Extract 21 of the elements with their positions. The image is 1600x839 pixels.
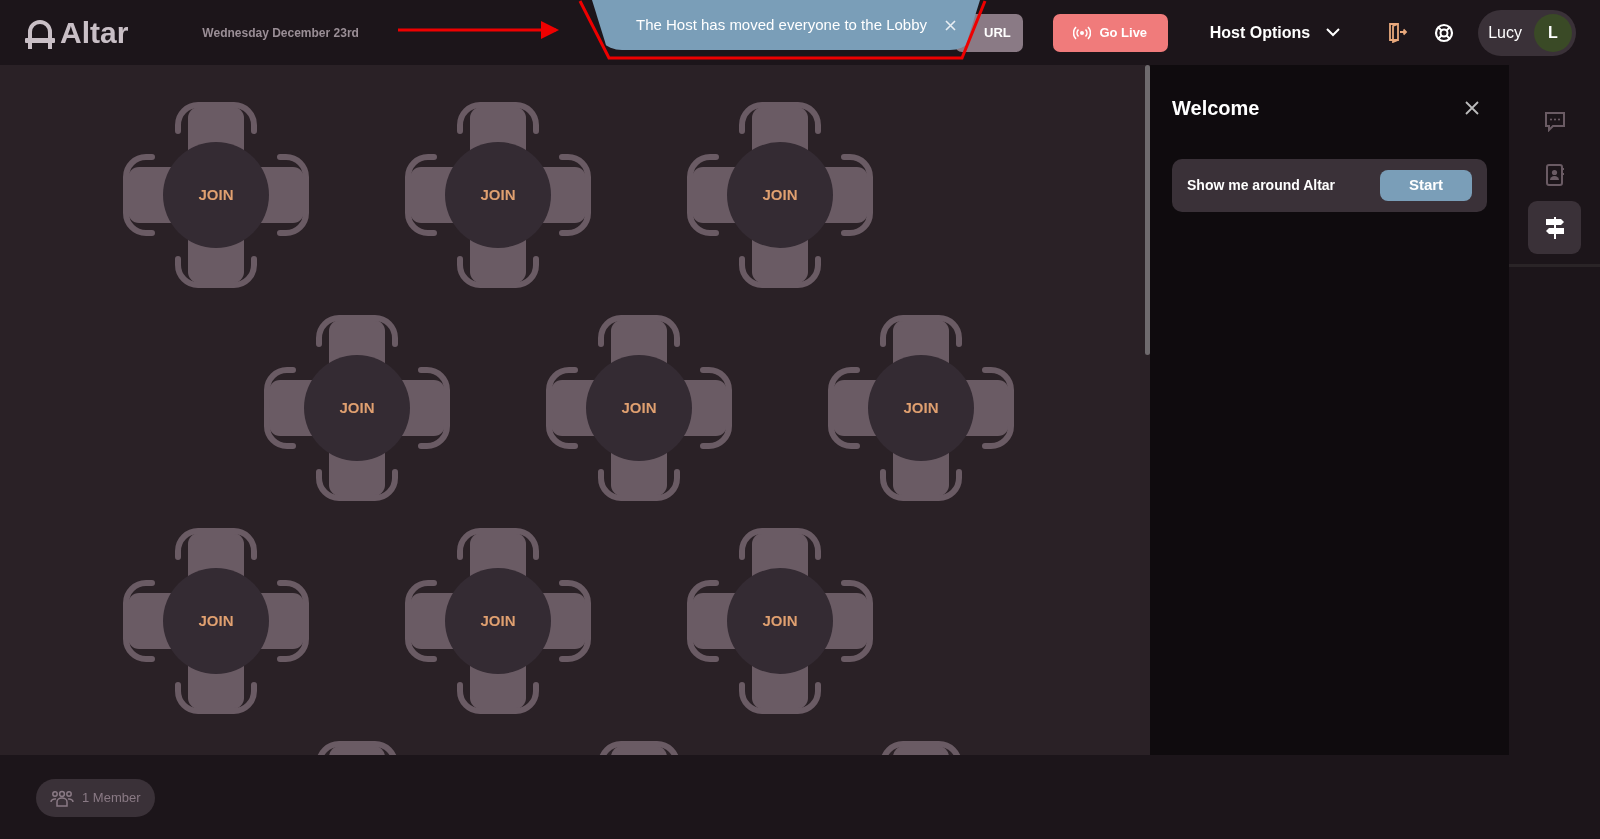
tour-label: Show me around Altar bbox=[1187, 176, 1336, 195]
side-tab[interactable] bbox=[1528, 201, 1581, 254]
panel-title: Welcome bbox=[1172, 96, 1260, 121]
close-icon[interactable] bbox=[1465, 101, 1479, 115]
contact-book-icon bbox=[1544, 163, 1565, 186]
user-menu-button[interactable]: Lucy L bbox=[1478, 9, 1576, 56]
exit-icon[interactable] bbox=[1388, 22, 1409, 43]
lifebuoy-icon[interactable] bbox=[1434, 22, 1455, 43]
user-name: Lucy bbox=[1488, 22, 1522, 43]
scrollbar-thumb[interactable] bbox=[1145, 65, 1150, 355]
chevron-down-icon bbox=[1326, 28, 1341, 37]
date-label: Wednesday December 23rd bbox=[202, 24, 359, 42]
toast-message: The Host has moved everyone to the Lobby bbox=[636, 14, 927, 35]
host-options-button[interactable]: Host Options bbox=[1203, 19, 1347, 46]
logo-text: Altar bbox=[60, 15, 129, 51]
chat-icon bbox=[1543, 111, 1566, 132]
signpost-icon bbox=[1543, 216, 1566, 239]
avatar: L bbox=[1534, 13, 1572, 52]
broadcast-icon bbox=[1073, 24, 1092, 41]
members-button[interactable]: 1 Member bbox=[36, 779, 155, 817]
people-icon bbox=[50, 789, 74, 807]
